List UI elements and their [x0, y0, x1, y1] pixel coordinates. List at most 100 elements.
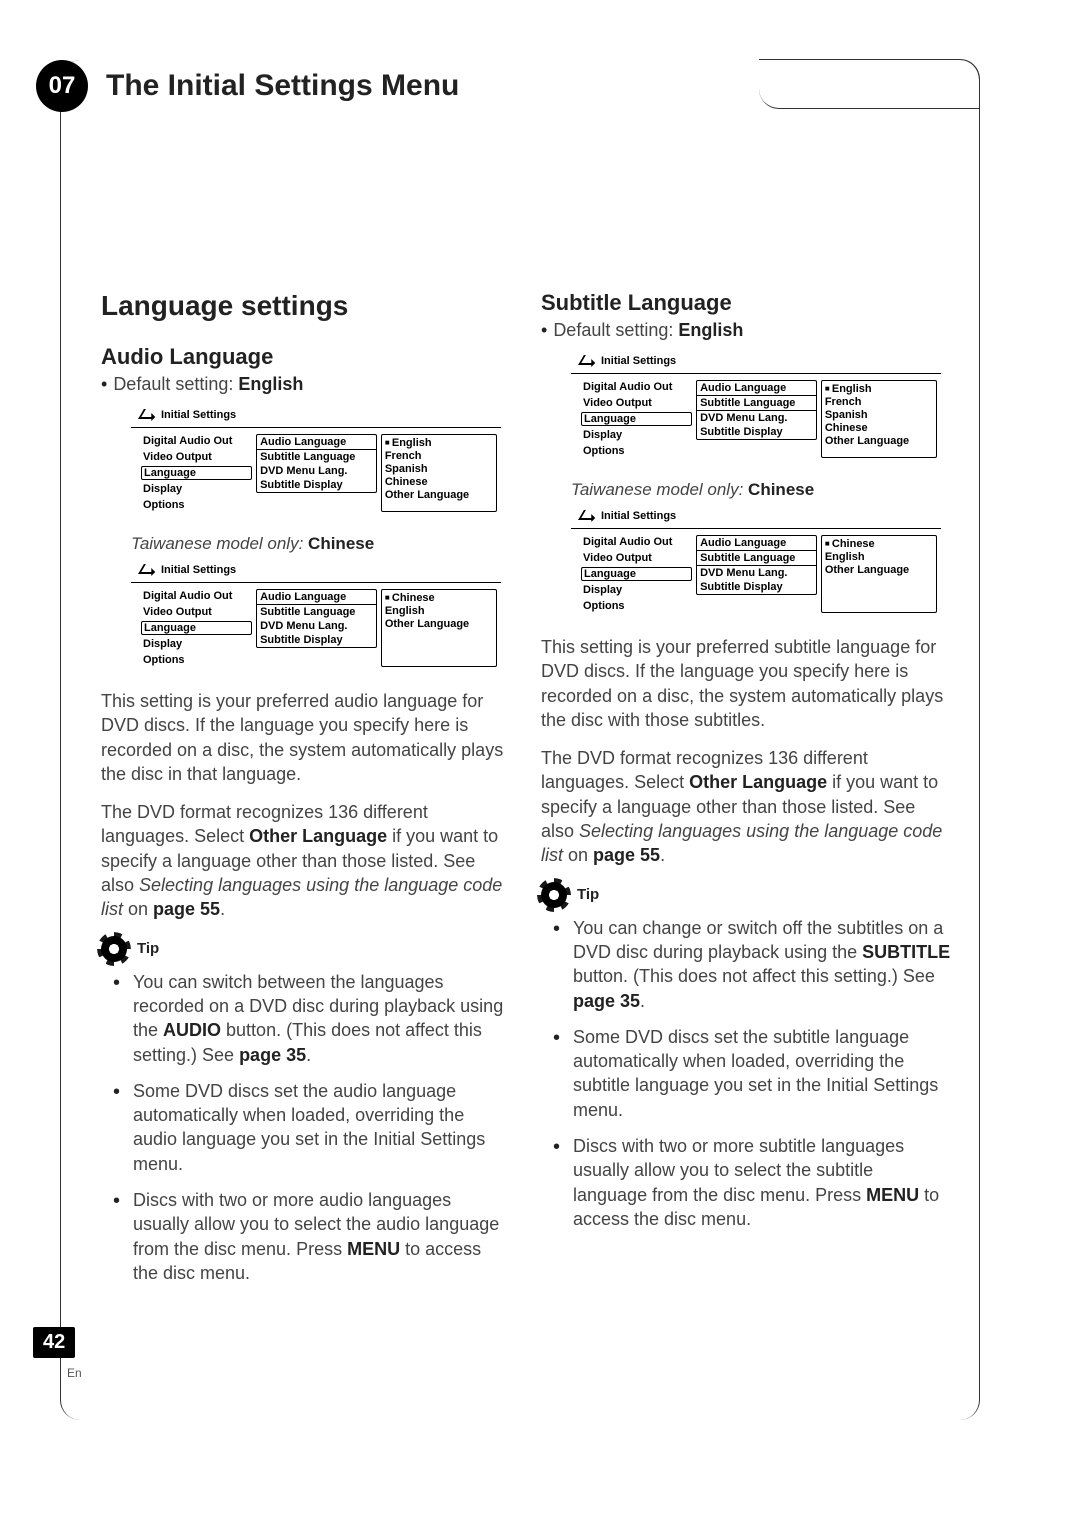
osd-mid-item: DVD Menu Lang.: [697, 411, 816, 425]
chapter-header: 07 The Initial Settings Menu: [36, 60, 459, 112]
return-icon: [578, 355, 598, 365]
paragraph: The DVD format recognizes 136 different …: [541, 746, 951, 867]
tip-icon: [101, 936, 127, 962]
osd-mid-item: DVD Menu Lang.: [257, 619, 376, 633]
osd-left-item: Display: [581, 583, 692, 597]
osd-left-item: Options: [581, 444, 692, 458]
osd-right-item: Other Language: [825, 435, 933, 447]
return-icon: [578, 510, 598, 520]
osd-left-item: Language: [581, 412, 692, 426]
osd-screenshot: Initial Settings Digital Audio Out Video …: [131, 560, 501, 677]
chapter-title: The Initial Settings Menu: [106, 69, 459, 103]
osd-left-item: Video Output: [141, 450, 252, 464]
osd-right-item: English: [385, 437, 493, 449]
subsection-heading-audio: Audio Language: [101, 344, 511, 370]
osd-mid-item: Subtitle Language: [257, 605, 376, 619]
osd-mid-item: Subtitle Display: [697, 580, 816, 594]
osd-left-item: Digital Audio Out: [581, 535, 692, 549]
tip-item: You can switch between the languages rec…: [129, 970, 511, 1067]
right-column: Subtitle Language •Default setting: Engl…: [541, 290, 951, 1297]
osd-mid-item: DVD Menu Lang.: [697, 566, 816, 580]
osd-left-item: Language: [141, 621, 252, 635]
osd-left-item: Options: [581, 599, 692, 613]
tip-header: Tip: [101, 936, 511, 962]
tip-item: Discs with two or more audio languages u…: [129, 1188, 511, 1285]
language-footer: En: [67, 1366, 82, 1380]
tip-icon: [541, 882, 567, 908]
osd-right-item: English: [825, 383, 933, 395]
osd-right-item: Chinese: [385, 592, 493, 604]
osd-right-item: Spanish: [825, 409, 933, 421]
osd-mid-item: Audio Language: [257, 590, 376, 605]
tip-item: Discs with two or more subtitle language…: [569, 1134, 951, 1231]
page-number: 42: [33, 1327, 75, 1358]
tip-label: Tip: [137, 940, 159, 957]
osd-left-item: Display: [141, 482, 252, 496]
osd-right-item: English: [385, 605, 493, 617]
osd-left-item: Display: [581, 428, 692, 442]
osd-left-item: Video Output: [581, 396, 692, 410]
osd-title: Initial Settings: [131, 405, 501, 425]
osd-right-item: Chinese: [385, 476, 493, 488]
default-setting-line: •Default setting: English: [101, 374, 511, 395]
paragraph: This setting is your preferred subtitle …: [541, 635, 951, 732]
osd-mid-item: Subtitle Language: [257, 450, 376, 464]
osd-left-item: Digital Audio Out: [141, 589, 252, 603]
return-icon: [138, 564, 158, 574]
page-frame: 07 The Initial Settings Menu Language se…: [60, 60, 980, 1420]
osd-screenshot: Initial Settings Digital Audio Out Video …: [571, 506, 941, 623]
paragraph: The DVD format recognizes 136 different …: [101, 800, 511, 921]
osd-left-item: Video Output: [581, 551, 692, 565]
tip-header: Tip: [541, 882, 951, 908]
note-prefix: Taiwanese model only:: [571, 480, 743, 499]
osd-right-item: French: [825, 396, 933, 408]
tip-item: Some DVD discs set the audio language au…: [129, 1079, 511, 1176]
osd-mid-item: Subtitle Language: [697, 550, 816, 566]
osd-title: Initial Settings: [571, 506, 941, 526]
osd-title: Initial Settings: [571, 351, 941, 371]
osd-right-item: Chinese: [825, 538, 933, 550]
tip-item: Some DVD discs set the subtitle language…: [569, 1025, 951, 1122]
osd-right-item: English: [825, 551, 933, 563]
osd-mid-item: Subtitle Display: [697, 425, 816, 439]
tip-label: Tip: [577, 886, 599, 903]
osd-left-item: Video Output: [141, 605, 252, 619]
tip-item: You can change or switch off the subtitl…: [569, 916, 951, 1013]
osd-mid-item: Subtitle Display: [257, 633, 376, 647]
osd-left-item: Language: [141, 466, 252, 480]
note-value: Chinese: [748, 480, 814, 499]
osd-left-item: Options: [141, 653, 252, 667]
default-value: English: [678, 320, 743, 340]
osd-right-item: Chinese: [825, 422, 933, 434]
chapter-number-badge: 07: [36, 60, 88, 112]
osd-right-item: Other Language: [825, 564, 933, 576]
osd-right-item: Other Language: [385, 618, 493, 630]
osd-left-item: Language: [581, 567, 692, 581]
osd-right-item: French: [385, 450, 493, 462]
osd-left-item: Display: [141, 637, 252, 651]
subsection-heading-subtitle: Subtitle Language: [541, 290, 951, 316]
note-prefix: Taiwanese model only:: [131, 534, 303, 553]
tip-list: You can change or switch off the subtitl…: [541, 916, 951, 1232]
osd-right-item: Spanish: [385, 463, 493, 475]
osd-left-item: Digital Audio Out: [141, 434, 252, 448]
section-heading: Language settings: [101, 290, 511, 322]
default-setting-line: •Default setting: English: [541, 320, 951, 341]
osd-mid-item: Audio Language: [697, 536, 816, 550]
tip-list: You can switch between the languages rec…: [101, 970, 511, 1286]
note-value: Chinese: [308, 534, 374, 553]
osd-mid-item: DVD Menu Lang.: [257, 464, 376, 478]
osd-mid-item: Subtitle Language: [697, 395, 816, 411]
default-label: Default setting:: [553, 320, 673, 340]
model-note: Taiwanese model only: Chinese: [131, 534, 511, 554]
osd-mid-item: Audio Language: [257, 435, 376, 450]
osd-mid-item: Audio Language: [697, 381, 816, 395]
return-icon: [138, 409, 158, 419]
model-note: Taiwanese model only: Chinese: [571, 480, 951, 500]
osd-title: Initial Settings: [131, 560, 501, 580]
left-column: Language settings Audio Language •Defaul…: [101, 290, 511, 1297]
osd-left-item: Options: [141, 498, 252, 512]
osd-screenshot: Initial Settings Digital Audio Out Video …: [131, 405, 501, 522]
osd-right-item: Other Language: [385, 489, 493, 501]
default-label: Default setting:: [113, 374, 233, 394]
